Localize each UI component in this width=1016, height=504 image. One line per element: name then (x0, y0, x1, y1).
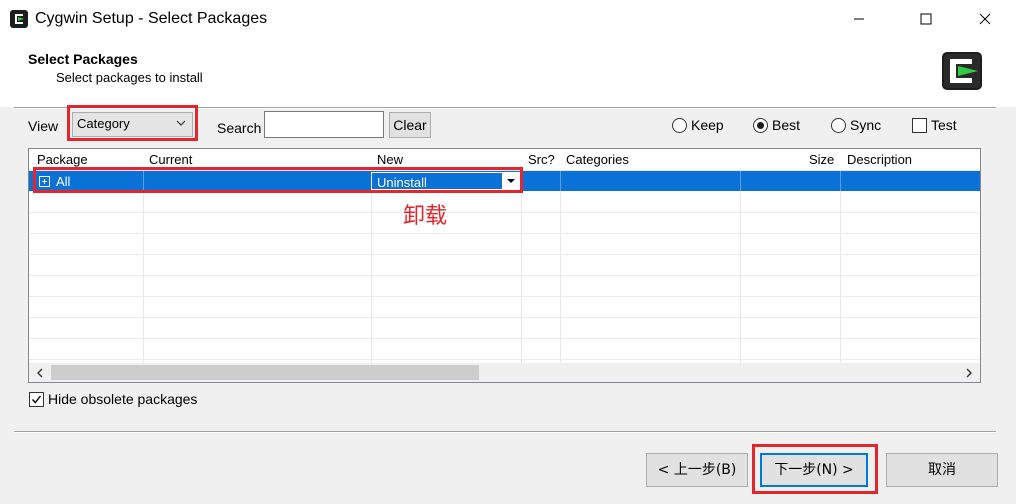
test-checkbox[interactable]: Test (912, 117, 957, 133)
window-title: Cygwin Setup - Select Packages (35, 10, 268, 27)
scroll-left-icon[interactable] (31, 364, 48, 381)
row-divider (29, 317, 980, 318)
test-checkbox-label: Test (931, 117, 957, 133)
cancel-button[interactable]: 取消 (886, 453, 998, 487)
column-header-package[interactable]: Package (37, 152, 88, 167)
hide-obsolete-box (29, 391, 44, 407)
column-header-description[interactable]: Description (847, 152, 912, 167)
cygwin-logo-icon (10, 10, 28, 28)
scroll-right-icon[interactable] (960, 364, 977, 381)
minimize-icon (854, 18, 864, 20)
row-divider (29, 296, 980, 297)
highlight-box (67, 105, 198, 141)
scrollbar-thumb[interactable] (51, 365, 479, 380)
view-label: View (28, 118, 59, 134)
column-header-current[interactable]: Current (149, 152, 192, 167)
test-checkbox-box (912, 117, 927, 133)
next-button[interactable]: 下一步(N) > (760, 453, 868, 487)
horizontal-scrollbar[interactable] (29, 363, 980, 382)
radio-keep-label: Keep (691, 117, 724, 133)
column-header-size[interactable]: Size (809, 152, 834, 167)
column-header-categories[interactable]: Categories (566, 152, 629, 167)
footer-divider (14, 431, 996, 433)
radio-keep-indicator (672, 117, 687, 133)
radio-best-label: Best (772, 117, 801, 133)
cygwin-logo-icon (942, 52, 982, 90)
minimize-button[interactable] (836, 0, 882, 38)
radio-best-indicator (753, 117, 768, 133)
column-divider (560, 171, 561, 191)
annotation-label: 卸载 (403, 204, 448, 229)
search-label: Search (217, 120, 262, 136)
back-button[interactable]: < 上一步(B) (646, 453, 748, 487)
column-header-new[interactable]: New (377, 152, 403, 167)
page-subtitle: Select packages to install (56, 70, 203, 85)
row-divider (29, 359, 980, 360)
radio-sync-indicator (831, 117, 846, 133)
radio-keep[interactable]: Keep (672, 117, 724, 133)
row-divider (29, 338, 980, 339)
radio-sync-label: Sync (850, 117, 882, 133)
title-bar: Cygwin Setup - Select Packages (0, 0, 1016, 38)
row-divider (29, 233, 980, 234)
column-divider (840, 171, 841, 191)
close-button[interactable] (962, 0, 1008, 38)
maximize-icon (920, 13, 932, 25)
radio-sync[interactable]: Sync (831, 117, 881, 133)
hide-obsolete-checkbox[interactable]: Hide obsolete packages (29, 391, 197, 407)
clear-button[interactable]: Clear (389, 112, 431, 138)
maximize-button[interactable] (903, 0, 949, 38)
checkmark-icon (31, 395, 42, 404)
search-input[interactable] (264, 111, 384, 138)
close-icon (979, 13, 991, 25)
page-header: Select Packages Select packages to insta… (0, 38, 1016, 107)
row-divider (29, 275, 980, 276)
page-title: Select Packages (28, 51, 138, 67)
hide-obsolete-label: Hide obsolete packages (48, 391, 198, 407)
row-divider (29, 254, 980, 255)
column-header-src[interactable]: Src? (528, 152, 555, 167)
highlight-box (33, 167, 523, 193)
column-divider (740, 171, 741, 191)
row-divider (29, 212, 980, 213)
radio-best[interactable]: Best (753, 117, 800, 133)
